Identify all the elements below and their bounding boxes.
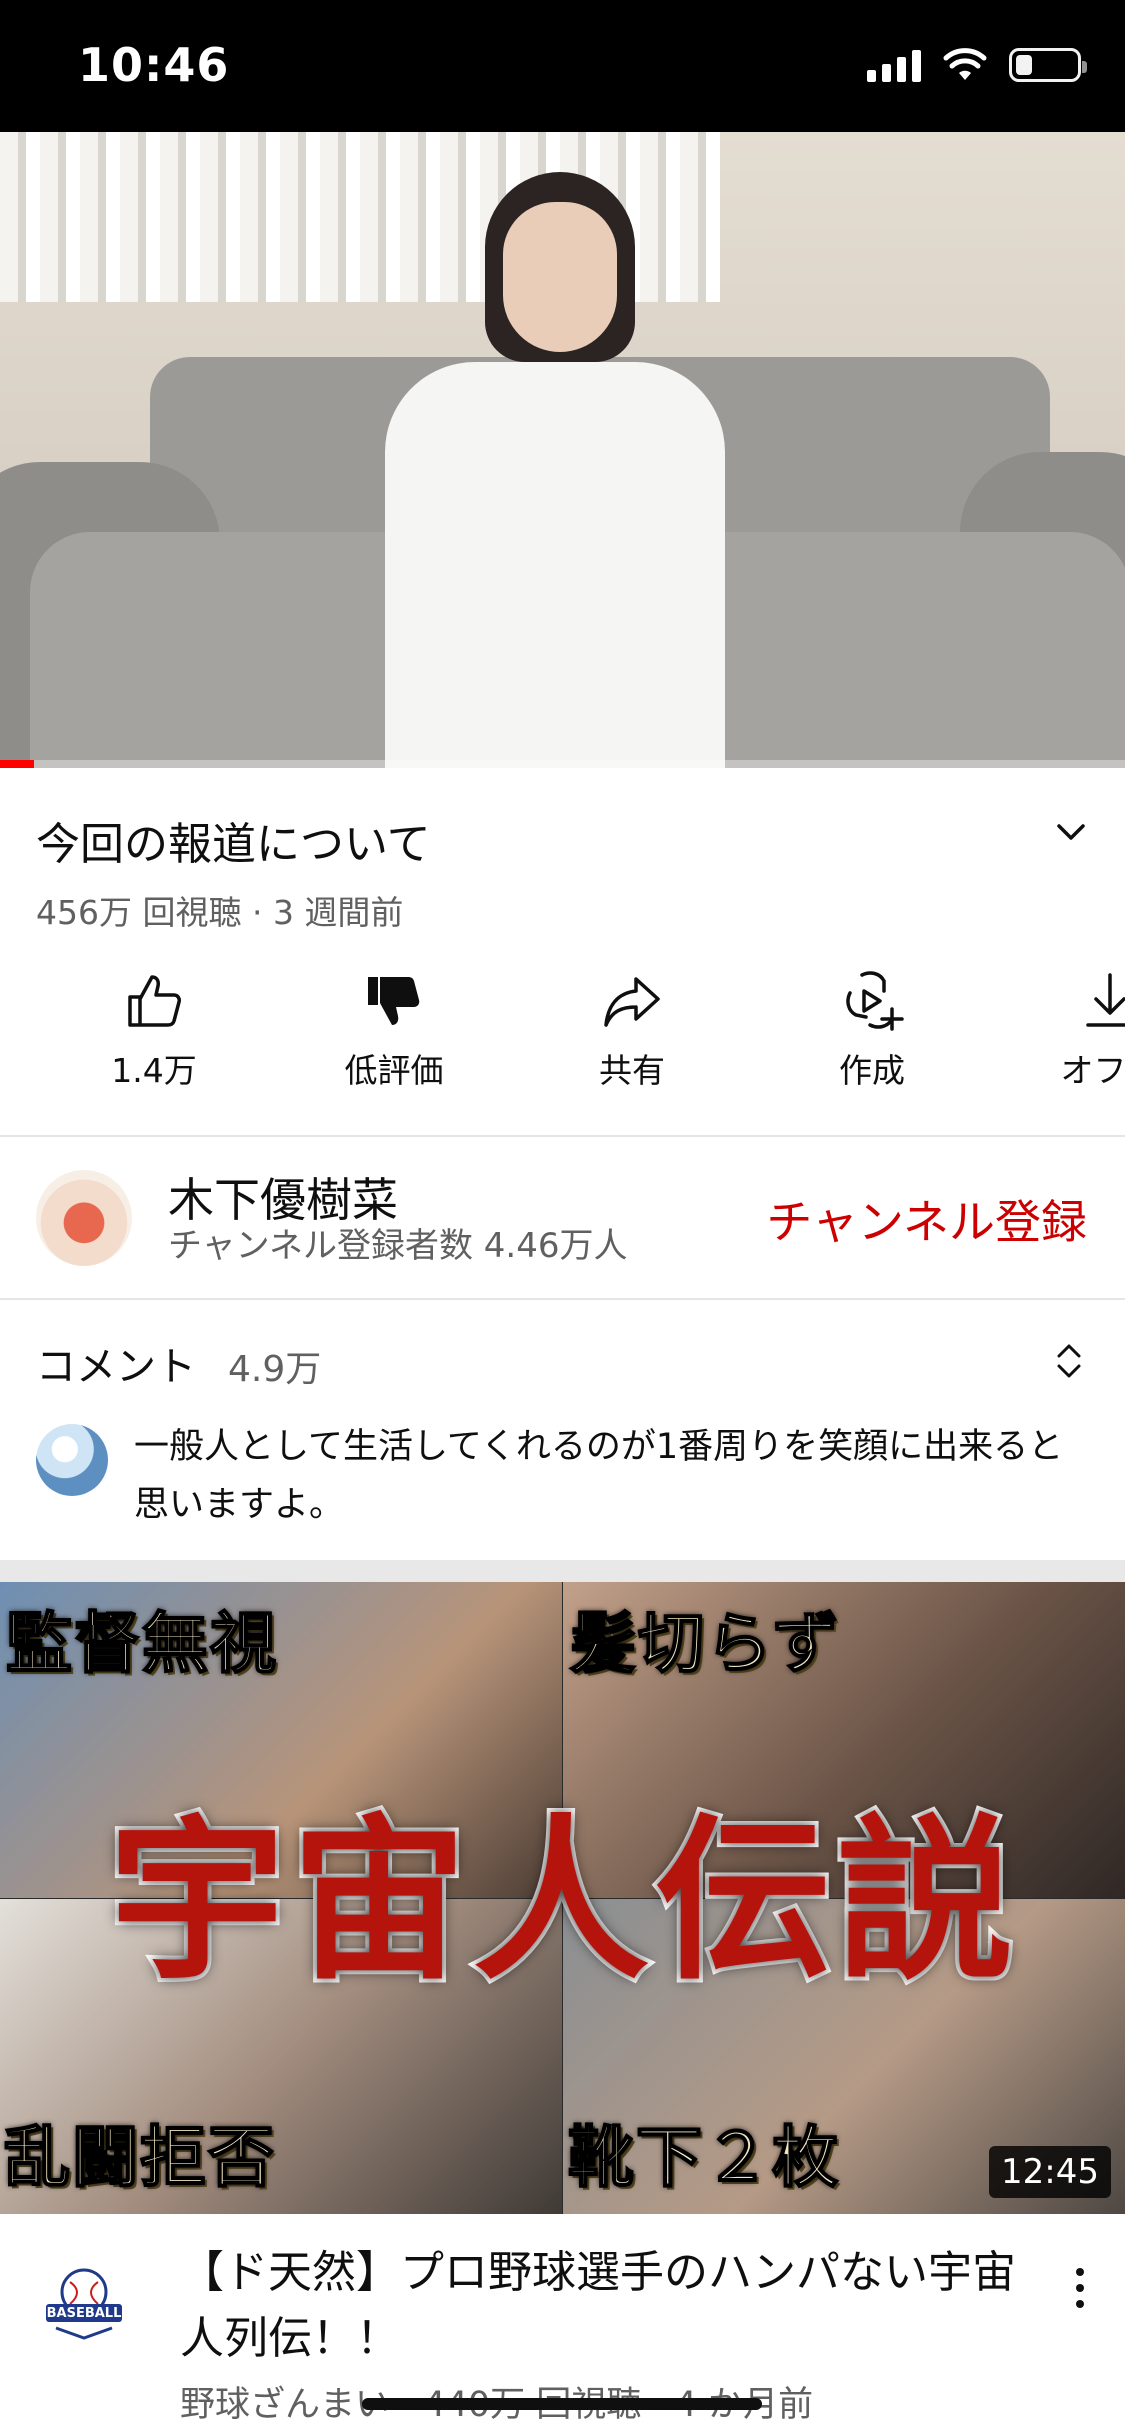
status-icons xyxy=(867,48,1087,82)
next-video-thumbnail[interactable]: 監督無視 髪切らず 宇宙人伝説 乱闘拒否 靴下２枚 12:45 xyxy=(0,1582,1125,2214)
channel-subscriber-count: チャンネル登録者数 4.46万人 xyxy=(168,1226,628,1266)
create-button[interactable]: 作成 xyxy=(772,966,972,1092)
thumbs-down-icon xyxy=(368,977,420,1025)
video-player[interactable] xyxy=(0,132,1125,768)
thumbnail-caption-top-left: 監督無視 xyxy=(5,1603,278,1683)
next-video-channel-logo[interactable]: BASEBALL xyxy=(36,2252,132,2348)
wifi-icon xyxy=(943,48,987,80)
more-options-icon[interactable] xyxy=(1065,2258,1095,2318)
video-title: 今回の報道について xyxy=(36,819,431,870)
dislike-label: 低評価 xyxy=(344,1051,444,1090)
share-icon xyxy=(604,977,660,1027)
comments-count: 4.9万 xyxy=(228,1349,322,1390)
chevron-down-icon[interactable] xyxy=(1051,812,1091,852)
top-comment-text[interactable]: 一般人として生活してくれるのが1番周りを笑顔に出来ると思いますよ。 xyxy=(134,1418,1094,1534)
status-bar: 10:46 xyxy=(0,0,1125,132)
thumbnail-headline: 宇宙人伝説 xyxy=(105,1798,1019,2006)
like-count: 1.4万 xyxy=(111,1051,197,1090)
video-progress-fill xyxy=(0,760,34,768)
thumbnail-caption-top-right: 髪切らず xyxy=(569,1603,841,1683)
status-time: 10:46 xyxy=(78,38,230,92)
section-separator xyxy=(0,1560,1125,1582)
divider xyxy=(0,1135,1125,1137)
video-person xyxy=(385,172,725,768)
create-icon xyxy=(846,971,904,1031)
divider xyxy=(0,1298,1125,1300)
like-button[interactable]: 1.4万 xyxy=(54,966,254,1092)
commenter-avatar[interactable] xyxy=(36,1424,108,1496)
download-label: オフラ xyxy=(1060,1051,1125,1090)
svg-text:BASEBALL: BASEBALL xyxy=(47,2306,122,2321)
share-button[interactable]: 共有 xyxy=(532,966,732,1092)
thumbnail-caption-bottom-left: 乱闘拒否 xyxy=(3,2117,276,2197)
comments-heading[interactable]: コメント xyxy=(36,1334,196,1392)
download-icon xyxy=(1086,973,1125,1027)
video-title-row[interactable]: 今回の報道について xyxy=(36,808,1086,872)
cellular-signal-icon xyxy=(867,48,921,82)
thumbs-up-icon xyxy=(128,975,181,1027)
subscribe-button[interactable]: チャンネル登録 xyxy=(766,1186,1087,1252)
dislike-button[interactable]: 低評価 xyxy=(294,966,494,1092)
battery-icon xyxy=(1009,48,1087,82)
thumbnail-caption-bottom-right: 靴下２枚 xyxy=(567,2117,840,2197)
video-meta: 456万 回視聴 · 3 週間前 xyxy=(36,893,404,932)
channel-avatar[interactable] xyxy=(36,1170,132,1266)
video-duration-badge: 12:45 xyxy=(989,2146,1111,2198)
next-video-title[interactable]: 【ド天然】プロ野球選手のハンパない宇宙人列伝！！ xyxy=(180,2240,1040,2372)
video-progress-track[interactable] xyxy=(0,760,1125,768)
expand-collapse-icon[interactable] xyxy=(1049,1336,1089,1386)
home-indicator[interactable] xyxy=(362,2398,762,2410)
share-label: 共有 xyxy=(599,1051,665,1090)
download-button[interactable]: オフラ xyxy=(1010,966,1125,1092)
action-bar: 1.4万 低評価 共有 作成 オフ xyxy=(0,966,1125,1096)
create-label: 作成 xyxy=(839,1051,905,1090)
